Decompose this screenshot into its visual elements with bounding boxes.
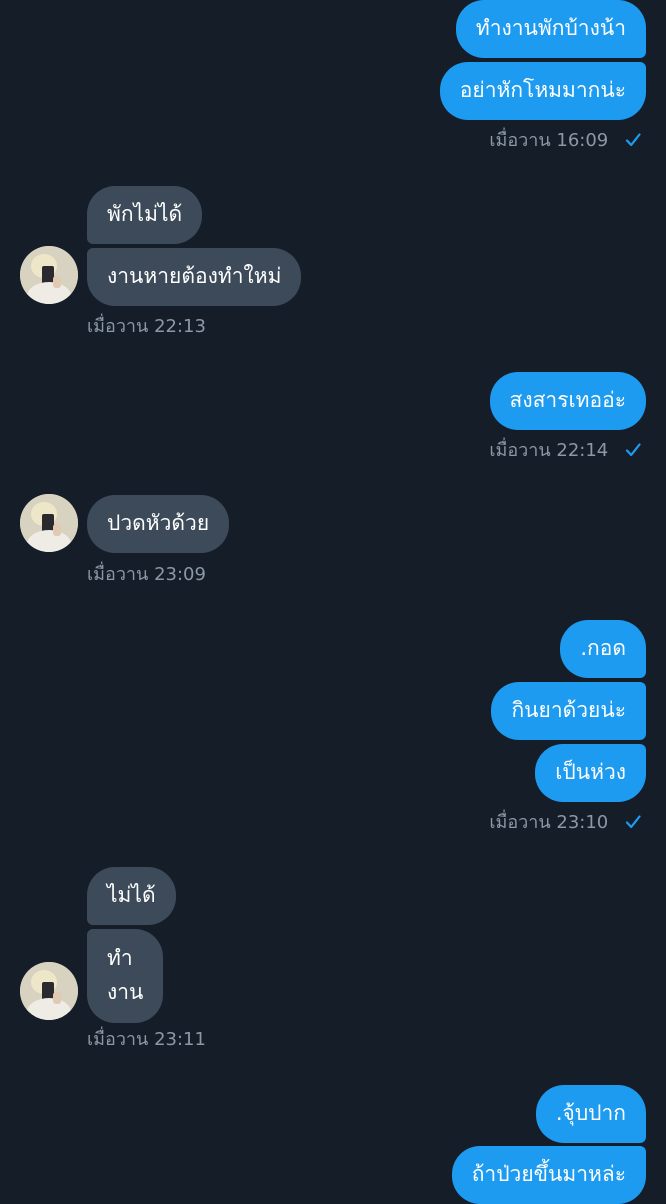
incoming-message-bubble[interactable]: งานหายต้องทำใหม่ (87, 248, 302, 306)
outgoing-message-bubble[interactable]: ทำงานพักบ้างน้า (455, 0, 646, 58)
timestamp-text: เมื่อวาน 16:09 (489, 130, 609, 151)
user-avatar[interactable] (20, 246, 78, 304)
timestamp-text: เมื่อวาน 23:10 (489, 812, 609, 833)
incoming-message-bubble[interactable]: พักไม่ได้ (87, 186, 203, 244)
message-timestamp: เมื่อวาน 22:14 (489, 440, 642, 462)
conversation-thread: ทำงานพักบ้างน้า อย่าหักโหมมากน่ะ เมื่อวา… (0, 0, 666, 1204)
outgoing-message-bubble[interactable]: กินยาด้วยน่ะ (491, 682, 646, 740)
message-timestamp: เมื่อวาน 23:09 (87, 564, 206, 585)
message-timestamp: เมื่อวาน 23:10 (489, 812, 642, 834)
outgoing-message-bubble[interactable]: สงสารเทออ่ะ (489, 372, 646, 430)
outgoing-message-bubble[interactable]: เป็นห่วง (535, 744, 646, 802)
sent-check-icon (625, 815, 641, 829)
user-avatar[interactable] (20, 494, 78, 552)
message-timestamp: เมื่อวาน 16:09 (489, 130, 642, 152)
incoming-message-bubble[interactable]: ไม่ได้ (87, 867, 176, 925)
timestamp-text: เมื่อวาน 22:14 (489, 440, 609, 461)
message-line: ทำ (107, 946, 133, 970)
message-line: งาน (107, 980, 144, 1004)
outgoing-message-bubble[interactable]: .กอด (560, 620, 646, 678)
incoming-message-bubble[interactable]: ทำ งาน (87, 929, 164, 1023)
message-timestamp: เมื่อวาน 23:11 (87, 1029, 206, 1050)
outgoing-message-bubble[interactable]: อย่าหักโหมมากน่ะ (439, 62, 646, 120)
message-timestamp: เมื่อวาน 22:13 (87, 316, 206, 337)
user-avatar[interactable] (20, 962, 78, 1020)
sent-check-icon (625, 133, 641, 147)
incoming-message-bubble[interactable]: ปวดหัวด้วย (87, 495, 230, 553)
outgoing-message-bubble[interactable]: .จุ้บปาก (535, 1085, 646, 1143)
sent-check-icon (625, 443, 641, 457)
outgoing-message-bubble[interactable]: ถ้าป่วยขึ้นมาหล่ะ (451, 1146, 646, 1204)
